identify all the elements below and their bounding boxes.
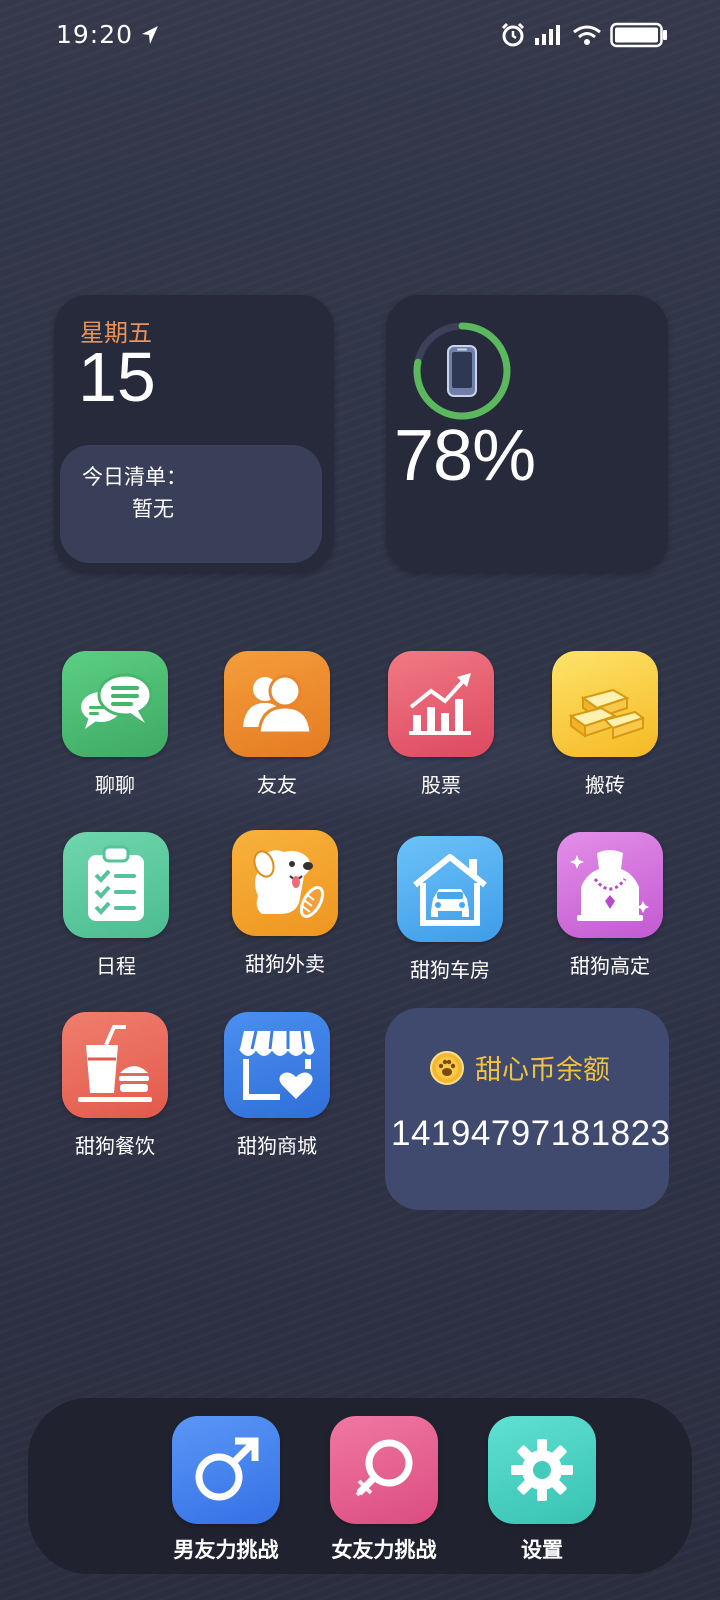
coin-balance-widget[interactable]: 甜心币余额 14194797181823 (385, 1008, 671, 1210)
signal-icon (535, 25, 560, 45)
dock-app-girlfriend-challenge[interactable]: 女友力挑战 (309, 1416, 459, 1564)
app-dog-couture[interactable]: 甜狗高定 (550, 832, 670, 979)
app-dog-store[interactable]: 甜狗商城 (217, 1012, 337, 1159)
location-arrow-icon (142, 26, 158, 44)
app-label: 甜狗外卖 (245, 952, 325, 976)
app-label: 日程 (96, 954, 136, 978)
phone-icon (447, 345, 477, 397)
dock: 男友力挑战 女友力挑战 设置 (28, 1398, 692, 1574)
drink-burger-icon (62, 1012, 168, 1118)
app-dog-delivery[interactable]: 甜狗外卖 (225, 830, 345, 977)
chat-bubbles-icon (62, 651, 168, 757)
date-widget[interactable]: 星期五 15 今日清单： 暂无 (54, 295, 334, 573)
wifi-icon (573, 25, 601, 45)
house-car-icon (397, 836, 503, 942)
dock-app-boyfriend-challenge[interactable]: 男友力挑战 (151, 1416, 301, 1564)
app-gold[interactable]: 搬砖 (545, 651, 665, 798)
app-dog-dining[interactable]: 甜狗餐饮 (55, 1012, 175, 1159)
clipboard-checklist-icon (63, 832, 169, 938)
day-number: 15 (78, 338, 156, 416)
battery-ring (413, 322, 511, 420)
app-label: 甜狗车房 (410, 958, 490, 982)
necklace-bust-icon (557, 832, 663, 938)
dog-food-delivery-icon (232, 830, 338, 936)
app-friends[interactable]: 友友 (217, 651, 337, 798)
store-heart-icon (224, 1012, 330, 1118)
coin-title-row: 甜心币余额 (429, 1048, 610, 1087)
app-label: 友友 (257, 773, 297, 797)
status-time: 19:20 (56, 20, 134, 49)
app-label: 聊聊 (95, 773, 135, 797)
app-label: 股票 (421, 773, 461, 797)
todo-box[interactable]: 今日清单： 暂无 (60, 445, 322, 563)
status-bar: 19:20 (0, 0, 720, 76)
todo-value: 暂无 (132, 497, 174, 521)
app-label: 甜狗商城 (237, 1134, 317, 1158)
battery-icon (610, 22, 667, 48)
coin-title: 甜心币余额 (475, 1055, 610, 1086)
friends-icon (224, 651, 330, 757)
app-label: 甜狗餐饮 (75, 1134, 155, 1158)
app-label: 女友力挑战 (331, 1538, 437, 1562)
battery-percent: 78% (394, 416, 536, 496)
todo-title: 今日清单： (82, 465, 187, 489)
gold-bars-icon (552, 651, 658, 757)
app-stocks[interactable]: 股票 (381, 651, 501, 798)
alarm-icon (501, 22, 525, 47)
coin-value: 14194797181823 (391, 1114, 671, 1153)
battery-widget[interactable]: 78% (386, 295, 668, 573)
male-symbol-icon (172, 1416, 280, 1524)
app-label: 甜狗高定 (570, 954, 650, 978)
gear-icon (488, 1416, 596, 1524)
female-symbol-icon (330, 1416, 438, 1524)
stock-chart-icon (388, 651, 494, 757)
app-dog-house-car[interactable]: 甜狗车房 (390, 836, 510, 983)
dock-app-settings[interactable]: 设置 (467, 1416, 617, 1564)
app-chat[interactable]: 聊聊 (55, 651, 175, 798)
app-label: 搬砖 (585, 773, 625, 797)
paw-coin-icon (430, 1050, 464, 1085)
status-icons (500, 22, 668, 48)
app-label: 设置 (521, 1538, 563, 1562)
app-schedule[interactable]: 日程 (56, 832, 176, 979)
app-label: 男友力挑战 (173, 1538, 279, 1562)
